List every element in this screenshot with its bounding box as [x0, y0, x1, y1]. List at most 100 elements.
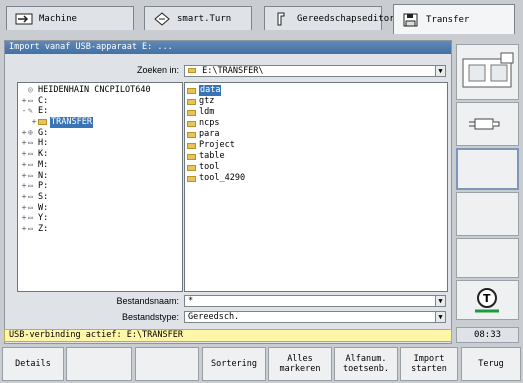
expand-toggle-icon[interactable]: +: [20, 138, 28, 149]
search-location-value: E:\TRANSFER\: [202, 66, 264, 76]
tree-item[interactable]: + ▭ N:: [20, 171, 180, 182]
softkey-1[interactable]: Details: [2, 347, 64, 381]
file-item[interactable]: table: [187, 151, 445, 162]
tab-tool-editor[interactable]: Gereedschapseditor: [264, 6, 395, 30]
tree-item[interactable]: ◎ HEIDENHAIN CNCPILOT640: [20, 85, 180, 96]
tab-bar: Machine smart.Turn Gereedschapseditor Tr…: [0, 0, 523, 40]
chevron-down-icon[interactable]: ▼: [435, 66, 445, 76]
softkey-3[interactable]: [135, 347, 199, 381]
expand-toggle-icon[interactable]: +: [20, 181, 28, 192]
import-dialog: Import vanaf USB-apparaat E: ... Zoeken …: [4, 40, 452, 344]
tab-smart-turn[interactable]: smart.Turn: [144, 6, 252, 30]
expand-toggle-icon[interactable]: +: [20, 171, 28, 182]
expand-toggle-icon[interactable]: +: [20, 192, 28, 203]
file-item-label: gtz: [199, 96, 215, 106]
tree-item-label: C:: [38, 95, 49, 106]
tree-item[interactable]: + ▭ S:: [20, 192, 180, 203]
tab-machine[interactable]: Machine: [6, 6, 134, 30]
folder-icon: [187, 175, 196, 182]
file-item-label: tool_4290: [199, 173, 246, 183]
folder-icon: [188, 68, 196, 73]
folder-icon: [187, 87, 196, 94]
folder-icon: [38, 119, 47, 126]
tree-item-label: HEIDENHAIN CNCPILOT640: [38, 85, 151, 95]
machine-view-softkey[interactable]: [456, 44, 519, 100]
svg-text:T: T: [483, 292, 491, 305]
expand-toggle-icon[interactable]: +: [20, 149, 28, 160]
tree-item-label: P:: [38, 181, 49, 192]
softkey-2[interactable]: [66, 347, 132, 381]
file-item-label: tool: [199, 162, 220, 172]
file-item-label: para: [199, 129, 220, 139]
tree-item[interactable]: + ▭ C:: [20, 96, 180, 107]
tree-item[interactable]: - ✎ E:: [20, 106, 180, 117]
softkey-7[interactable]: Import starten: [400, 347, 458, 381]
tool-softkey[interactable]: T: [456, 280, 519, 320]
folder-tree[interactable]: ◎ HEIDENHAIN CNCPILOT640 + ▭ C: - ✎ E: + TRANSFER…: [17, 82, 183, 292]
tree-item[interactable]: + ▭ Z:: [20, 224, 180, 235]
file-item[interactable]: ldm: [187, 107, 445, 118]
chevron-down-icon[interactable]: ▼: [435, 312, 445, 322]
tree-item[interactable]: + ⊕ G:: [20, 128, 180, 139]
expand-toggle-icon[interactable]: +: [20, 213, 28, 224]
tree-item[interactable]: + ▭ P:: [20, 181, 180, 192]
file-item[interactable]: data: [187, 85, 445, 96]
filename-field[interactable]: * ▼: [184, 295, 446, 307]
chevron-down-icon[interactable]: ▼: [435, 296, 445, 306]
folder-icon: [187, 131, 196, 138]
diamond-arrow-icon: [153, 11, 171, 26]
softkey-empty-1[interactable]: [456, 148, 519, 190]
file-item[interactable]: gtz: [187, 96, 445, 107]
status-bar: USB-verbinding actief: E:\TRANSFER: [4, 329, 452, 342]
tree-item-label: M:: [38, 159, 49, 170]
softkey-empty-2[interactable]: [456, 192, 519, 236]
file-item[interactable]: tool_4290: [187, 173, 445, 184]
arrow-right-box-icon: [15, 12, 33, 26]
file-item[interactable]: ncps: [187, 118, 445, 129]
tree-item[interactable]: + ▭ K:: [20, 149, 180, 160]
filetype-value: Gereedsch.: [188, 312, 240, 322]
tab-label: smart.Turn: [177, 13, 232, 24]
softkey-8[interactable]: Terug: [461, 347, 521, 381]
folder-icon: [187, 164, 196, 171]
softkey-empty-3[interactable]: [456, 238, 519, 278]
tree-item-label: E:: [38, 106, 49, 117]
expand-toggle-icon[interactable]: +: [20, 224, 28, 235]
search-location-select[interactable]: E:\TRANSFER\ ▼: [184, 65, 446, 77]
expand-toggle-icon[interactable]: +: [20, 96, 28, 107]
expand-toggle-icon[interactable]: +: [30, 117, 38, 128]
spindle-softkey[interactable]: [456, 102, 519, 146]
filename-value: *: [188, 296, 194, 306]
filename-label: Bestandsnaam:: [116, 296, 179, 306]
softkey-5[interactable]: Alles markeren: [268, 347, 332, 381]
drive-icon: ▭: [28, 213, 33, 223]
tool-holder-icon: [273, 12, 291, 26]
clock: 08:33: [456, 327, 519, 343]
file-item-label: Project: [199, 140, 235, 150]
drive-icon: ▭: [28, 159, 33, 169]
tree-item[interactable]: + ▭ H:: [20, 138, 180, 149]
expand-toggle-icon[interactable]: +: [20, 203, 28, 214]
file-item[interactable]: Project: [187, 140, 445, 151]
expand-toggle-icon[interactable]: +: [20, 160, 28, 171]
expand-toggle-icon[interactable]: +: [20, 128, 28, 139]
drive-icon: ▭: [28, 95, 33, 105]
file-item[interactable]: para: [187, 129, 445, 140]
drive-icon: ▭: [28, 170, 33, 180]
file-item[interactable]: tool: [187, 162, 445, 173]
tree-item[interactable]: + TRANSFER: [20, 117, 180, 128]
drive-icon: ▭: [28, 223, 33, 233]
machine-view-icon: [462, 52, 514, 88]
expand-toggle-icon[interactable]: -: [20, 106, 28, 117]
tab-transfer[interactable]: Transfer: [393, 4, 515, 34]
drive-icon: ▭: [28, 149, 33, 159]
file-list[interactable]: data gtz ldm ncps para Project table tool tool_4…: [184, 82, 448, 292]
tree-item[interactable]: + ▭ Y:: [20, 213, 180, 224]
tree-item-label: H:: [38, 138, 49, 149]
tree-item[interactable]: + ▭ W:: [20, 203, 180, 214]
softkey-4[interactable]: Sortering: [202, 347, 266, 381]
file-item-label: table: [199, 151, 225, 161]
softkey-6[interactable]: Alfanum. toetsenb.: [334, 347, 398, 381]
tree-item[interactable]: + ▭ M:: [20, 160, 180, 171]
filetype-select[interactable]: Gereedsch. ▼: [184, 311, 446, 323]
